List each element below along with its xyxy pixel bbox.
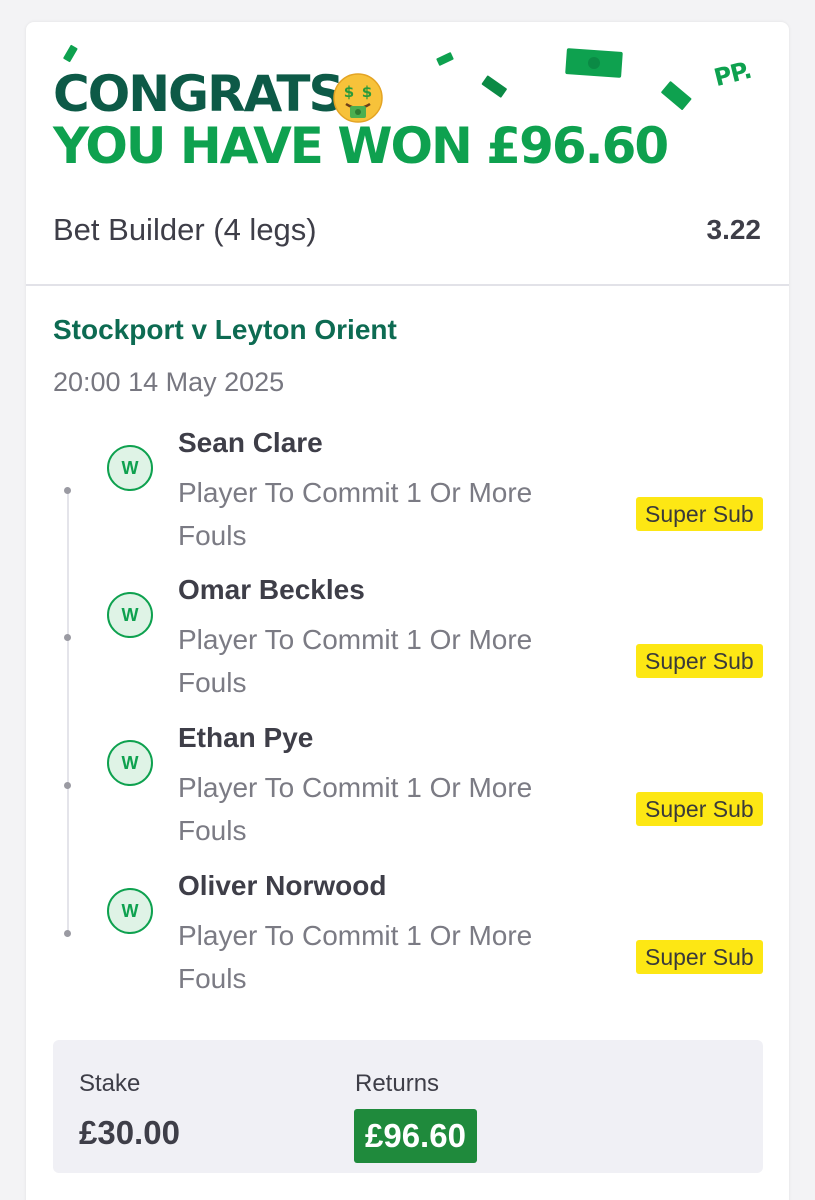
leg-market: Player To Commit 1 Or More Fouls [178,920,533,994]
leg-player-name: Sean Clare [178,427,323,458]
super-sub-badge[interactable]: Super Sub [636,940,763,974]
event-name[interactable]: Stockport v Leyton Orient [53,314,397,346]
won-result-badge: W [107,592,153,638]
leg-player-name: Omar Beckles [178,574,365,605]
bet-leg: W Omar Beckles Player To Commit 1 Or Mor… [26,574,789,732]
won-result-badge: W [107,445,153,491]
congrats-heading: CONGRATS! [53,65,365,123]
stake-returns-summary: Stake £30.00 Returns £96.60 [53,1040,763,1173]
leg-player-name: Ethan Pye [178,722,314,753]
banknote-icon [63,44,78,63]
stake-value: £30.00 [79,1114,180,1151]
super-sub-badge[interactable]: Super Sub [636,644,763,678]
stake-label: Stake [79,1070,141,1097]
bet-leg: W Oliver Norwood Player To Commit 1 Or M… [26,870,789,1028]
returns-value: £96.60 [354,1109,477,1163]
bet-leg: W Sean Clare Player To Commit 1 Or More … [26,427,789,585]
leg-market: Player To Commit 1 Or More Fouls [178,477,533,551]
leg-player-name: Oliver Norwood [178,870,387,901]
bet-type-title: Bet Builder (4 legs) [53,212,317,247]
svg-text:$: $ [362,83,372,101]
super-sub-badge[interactable]: Super Sub [636,497,763,531]
won-result-badge: W [107,888,153,934]
won-result-badge: W [107,740,153,786]
banknote-icon [661,81,692,110]
win-banner: PP. CONGRATS! $ $ YOU HAVE WON £96.60 Be… [26,22,789,284]
leg-market: Player To Commit 1 Or More Fouls [178,772,533,846]
super-sub-badge[interactable]: Super Sub [636,792,763,826]
win-prefix: YOU HAVE WON [53,117,473,175]
win-amount-heading: YOU HAVE WON £96.60 [53,117,669,175]
section-divider [26,284,789,286]
leg-market: Player To Commit 1 Or More Fouls [178,624,533,698]
brand-logo: PP. [711,55,754,93]
svg-text:$: $ [344,83,354,101]
bet-leg: W Ethan Pye Player To Commit 1 Or More F… [26,722,789,880]
banknote-icon [481,75,507,98]
banknote-icon [565,48,623,78]
bet-odds: 3.22 [706,214,762,245]
bet-receipt-card: PP. CONGRATS! $ $ YOU HAVE WON £96.60 Be… [26,22,789,1200]
event-datetime: 20:00 14 May 2025 [53,367,285,397]
win-amount: £96.60 [486,117,669,175]
banknote-icon [436,52,454,66]
returns-label: Returns [355,1070,440,1097]
